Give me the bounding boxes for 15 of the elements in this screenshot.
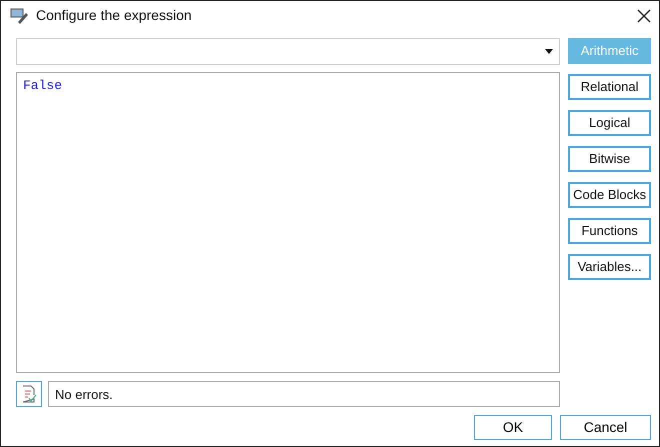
- validate-icon[interactable]: [16, 381, 42, 407]
- window-title: Configure the expression: [36, 6, 193, 25]
- dropdown-arrow-icon: [545, 49, 554, 54]
- status-message: No errors.: [48, 381, 560, 407]
- close-icon[interactable]: [637, 8, 651, 22]
- category-button[interactable]: Relational: [568, 74, 651, 100]
- category-button[interactable]: Bitwise: [568, 146, 651, 172]
- expression-editor[interactable]: False: [16, 72, 560, 373]
- app-icon: [10, 6, 30, 24]
- category-button[interactable]: Logical: [568, 110, 651, 136]
- category-button[interactable]: Variables...: [568, 254, 651, 280]
- category-button[interactable]: Code Blocks: [568, 182, 651, 208]
- dialog-button[interactable]: Cancel: [560, 415, 651, 440]
- dialog-button[interactable]: OK: [474, 415, 552, 440]
- category-button[interactable]: Functions: [568, 218, 651, 244]
